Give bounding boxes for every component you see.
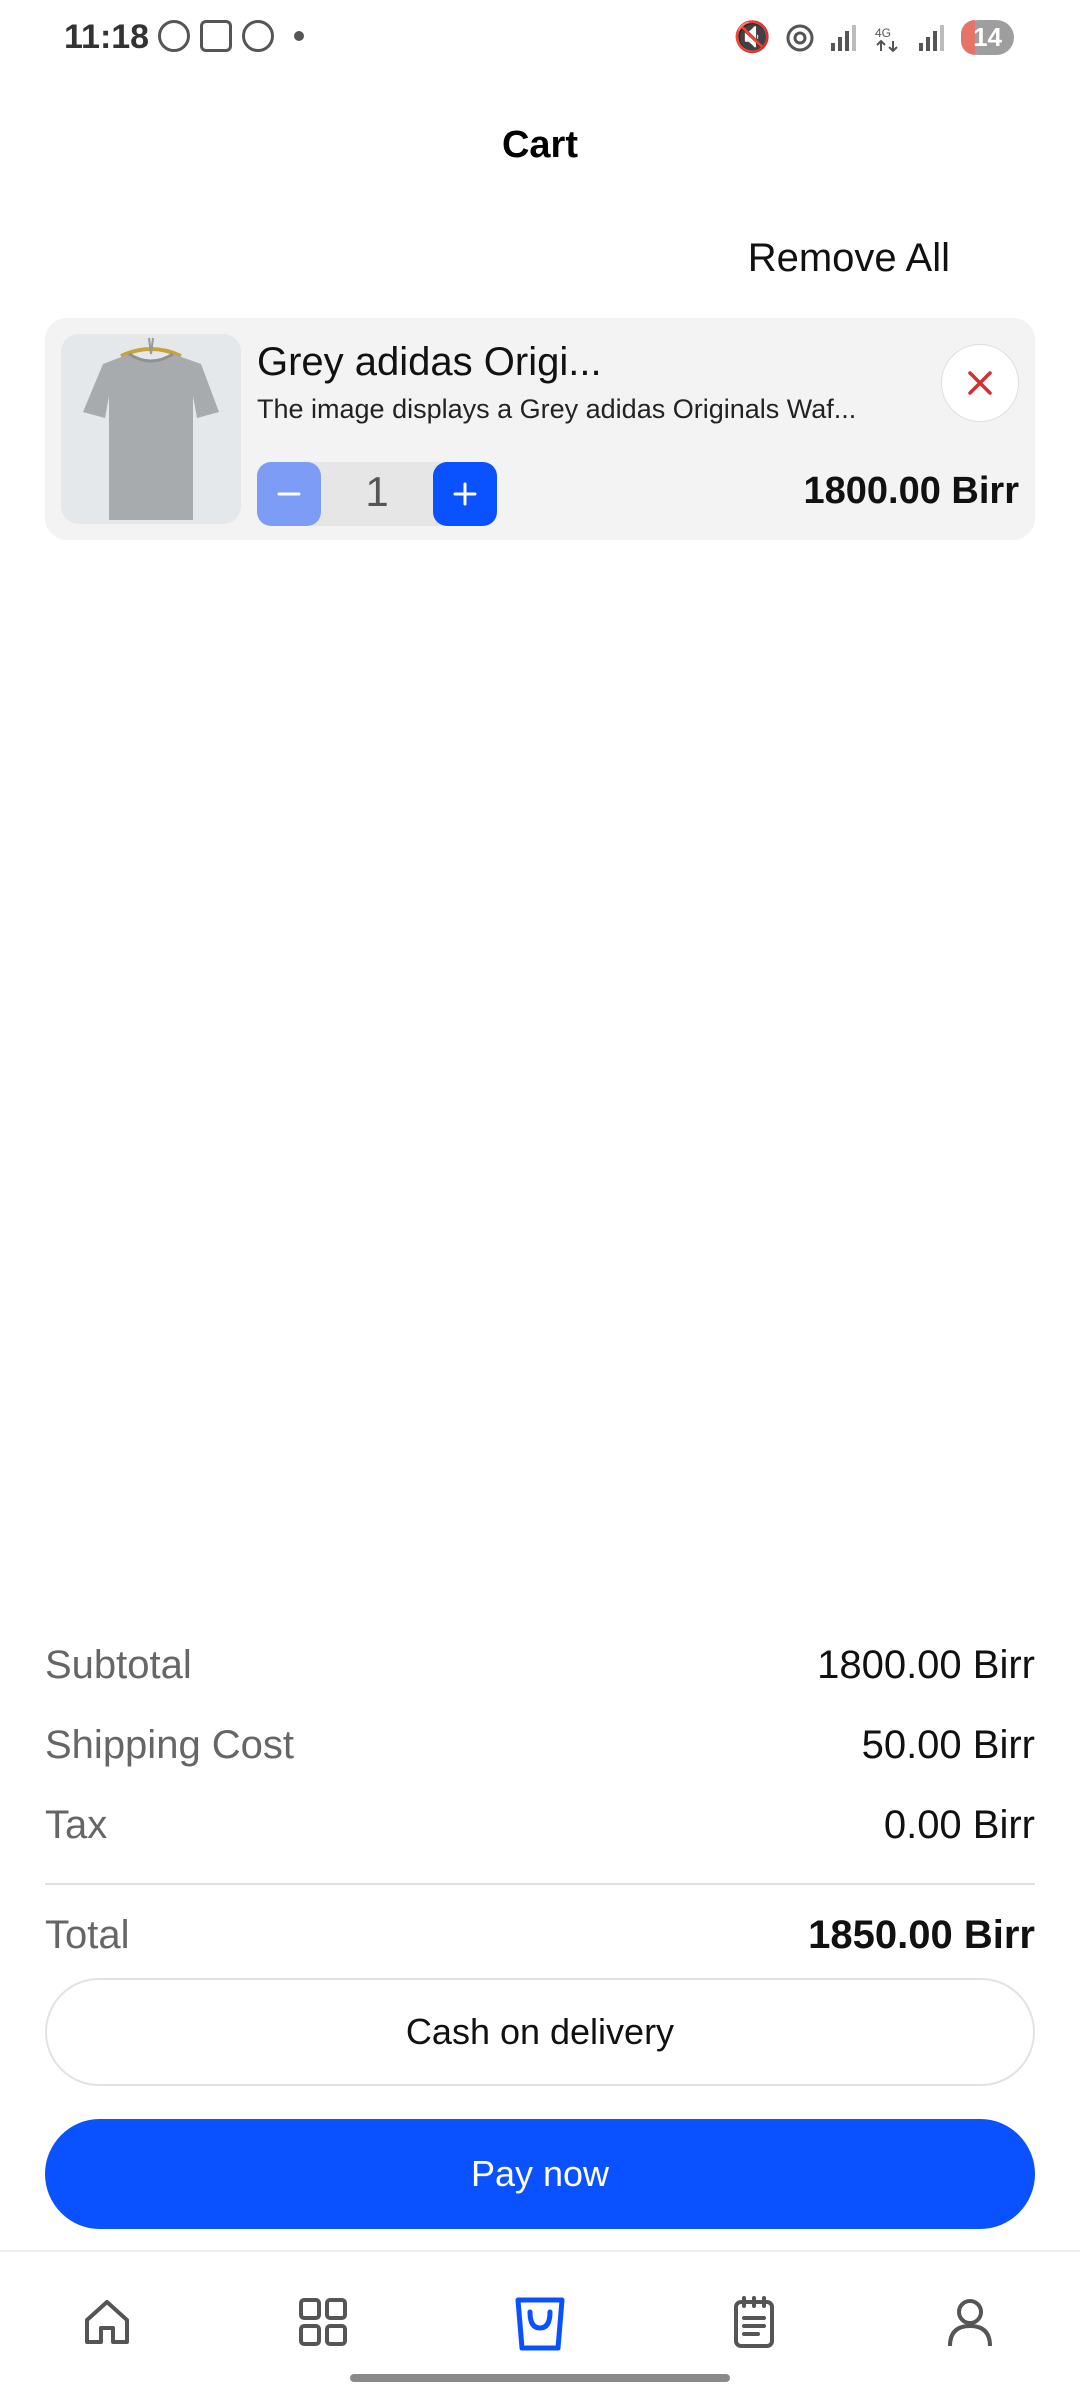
screenshot-icon [200,20,232,52]
status-bar: 11:18 🔇 4G 14 [0,0,1080,80]
nav-orders[interactable] [714,2282,794,2362]
shipping-label: Shipping Cost [45,1722,295,1767]
bag-icon [515,2297,565,2351]
item-name: Grey adidas Origi... [257,340,602,384]
nav-home[interactable] [67,2282,147,2362]
battery-icon: 14 [961,20,1014,55]
page-title: Cart [501,124,579,166]
tax-row: Tax 0.00 Birr [45,1785,1035,1865]
total-value: 1850.00 Birr [808,1912,1035,1957]
signal-icon [831,24,857,51]
battery-level: 14 [973,22,1002,52]
add-circle-icon [242,20,274,52]
remove-all-button[interactable]: Remove All [748,236,950,281]
divider [45,1883,1035,1885]
quantity-value: 1 [365,468,389,515]
subtotal-row: Subtotal 1800.00 Birr [45,1625,1035,1705]
remove-item-button[interactable] [941,344,1019,422]
home-icon [85,2300,129,2344]
close-icon [968,371,992,395]
total-label: Total [45,1912,130,1957]
dot-icon [294,31,304,41]
item-description: The image displays a Grey adidas Origina… [257,394,857,424]
status-time: 11:18 [64,18,150,56]
increase-quantity-button[interactable] [433,462,497,526]
product-image [61,334,241,524]
tax-label: Tax [45,1802,108,1847]
minus-icon [277,492,301,496]
grid-icon [299,2298,347,2346]
plus-icon [453,482,477,506]
nav-categories[interactable] [283,2282,363,2362]
quantity-stepper[interactable]: 1 [257,462,497,526]
decrease-quantity-button[interactable] [257,462,321,526]
subtotal-value: 1800.00 Birr [817,1642,1035,1687]
nav-cart[interactable] [500,2282,580,2362]
signal-icon [919,24,945,51]
hotspot-icon [786,24,814,51]
status-left-icons [158,20,304,52]
subtotal-label: Subtotal [45,1642,192,1687]
shipping-value: 50.00 Birr [861,1722,1035,1767]
pay-now-button[interactable]: Pay now [45,2119,1035,2229]
status-right-icons: 🔇 4G 14 [734,20,1014,55]
tax-value: 0.00 Birr [883,1802,1035,1847]
nav-profile[interactable] [930,2282,1010,2362]
mute-icon: 🔇 [733,20,772,54]
order-summary: Subtotal 1800.00 Birr Shipping Cost 50.0… [45,1625,1035,1975]
cart-item[interactable]: Grey adidas Origi... The image displays … [45,318,1035,540]
total-row: Total 1850.00 Birr [45,1895,1035,1975]
add-circle-icon [158,20,190,52]
orders-icon [734,2296,774,2348]
profile-icon [948,2299,992,2347]
svg-text:4G: 4G [875,26,891,40]
home-indicator[interactable] [350,2374,730,2382]
tshirt-image [61,334,241,524]
cash-on-delivery-button[interactable]: Cash on delivery [45,1978,1035,2086]
shipping-row: Shipping Cost 50.00 Birr [45,1705,1035,1785]
4g-icon: 4G [875,26,898,52]
item-price: 1800.00 Birr [803,470,1020,512]
